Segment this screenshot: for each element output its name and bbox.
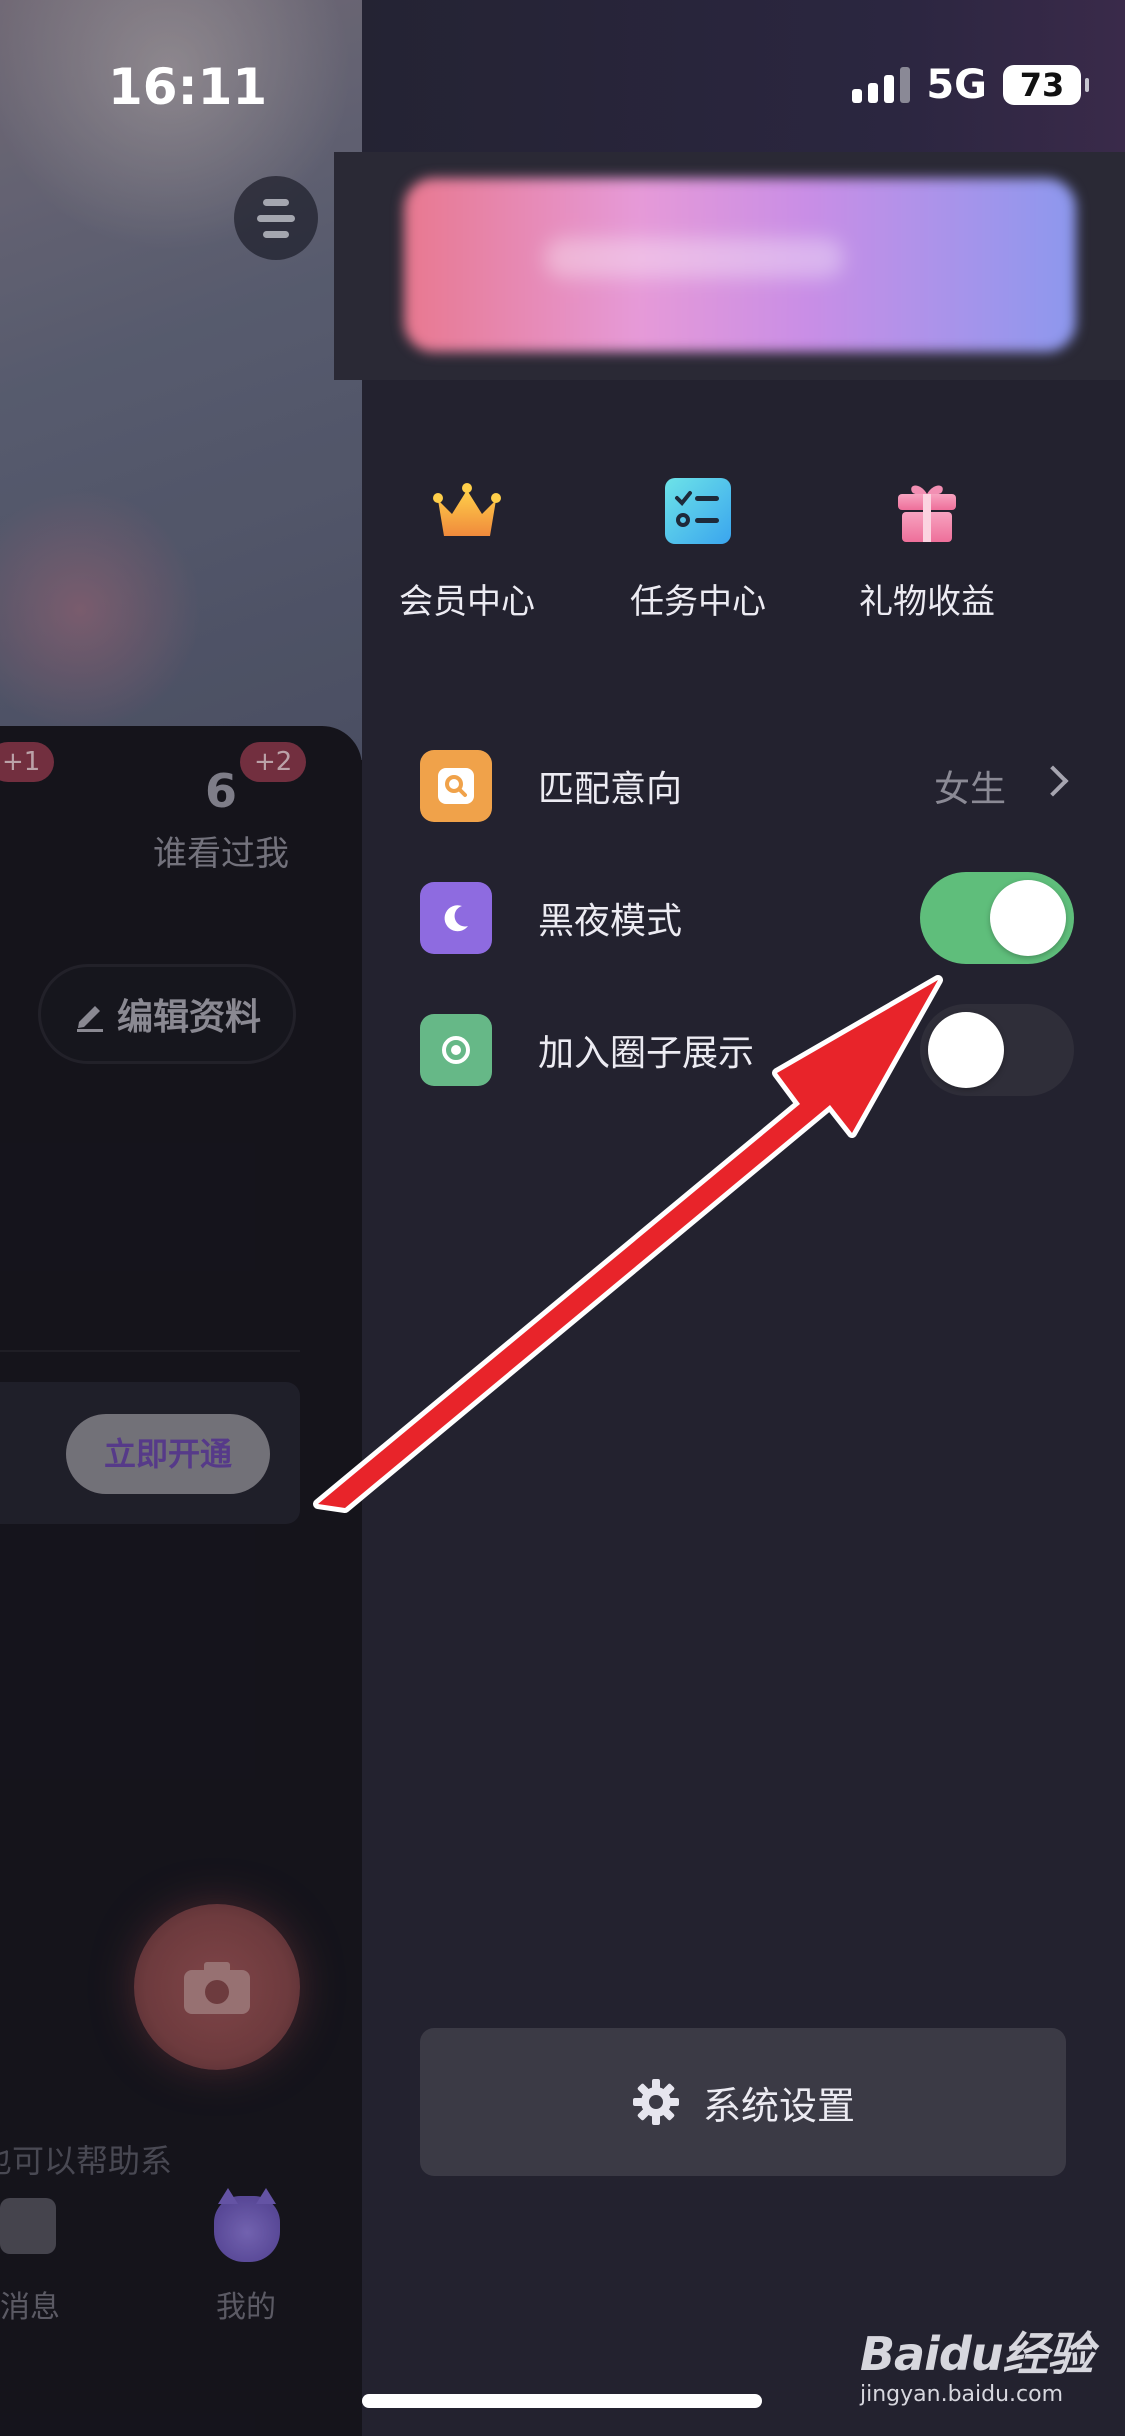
watermark-url: jingyan.baidu.com bbox=[860, 2382, 1064, 2407]
annotation-arrow bbox=[313, 975, 943, 1513]
watermark-brand: Baidu经验 bbox=[860, 2327, 1094, 2381]
home-indicator[interactable] bbox=[362, 2394, 762, 2408]
baidu-jingyan-watermark: Baidu经验 jingyan.baidu.com bbox=[860, 2318, 1094, 2407]
